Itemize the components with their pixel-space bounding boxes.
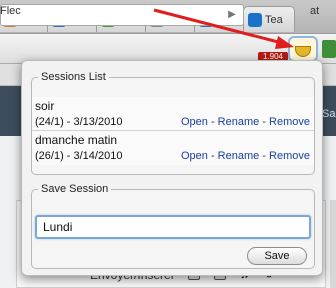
sessions-list-legend: Sessions List [41, 71, 106, 83]
separator: - [207, 116, 218, 128]
remove-link[interactable]: Remove [269, 116, 310, 128]
page-header-text: Sa [322, 108, 336, 120]
bookmark-item[interactable]: Flec [0, 5, 21, 17]
remove-link[interactable]: Remove [269, 150, 310, 162]
bowl-icon [295, 45, 311, 57]
save-session-group: Save Session Save [31, 183, 315, 269]
session-name-input[interactable] [35, 215, 311, 239]
session-date: (26/1) - 3/14/2010 [35, 150, 123, 162]
open-link[interactable]: Open [181, 150, 208, 162]
tab-title: Tea [265, 13, 283, 26]
save-button[interactable]: Save [247, 247, 307, 265]
session-name: soir [35, 99, 55, 113]
separator: - [259, 150, 270, 162]
rename-link[interactable]: Rename [218, 116, 260, 128]
session-date: (24/1) - 3/13/2010 [35, 116, 123, 128]
sessions-list-group: Sessions List soir (24/1) - 3/13/2010 Op… [31, 71, 315, 175]
open-link[interactable]: Open [181, 116, 208, 128]
session-actions: Open - Rename - Remove [181, 150, 310, 162]
session-list: soir (24/1) - 3/13/2010 Open - Rename - … [32, 97, 314, 165]
bookmark-item[interactable]: at [310, 5, 319, 17]
teamviewer-icon [248, 12, 262, 27]
session-actions: Open - Rename - Remove [181, 116, 310, 128]
address-bar[interactable] [0, 4, 244, 26]
session-manager-extension-icon[interactable] [288, 36, 318, 62]
separator: - [207, 150, 218, 162]
session-row: dmanche matin (26/1) - 3/14/2010 Open - … [32, 131, 314, 165]
session-row: soir (24/1) - 3/13/2010 Open - Rename - … [32, 97, 314, 131]
extension-icon[interactable] [322, 40, 336, 58]
browser-tab[interactable]: Tea [243, 6, 295, 32]
session-manager-popup: Sessions List soir (24/1) - 3/13/2010 Op… [21, 60, 323, 276]
save-session-legend: Save Session [41, 183, 109, 195]
separator: - [259, 116, 270, 128]
play-icon[interactable]: ▶ [224, 6, 240, 24]
page-scrollbar[interactable] [330, 200, 336, 288]
session-name: dmanche matin [35, 133, 118, 147]
rename-link[interactable]: Rename [218, 150, 260, 162]
